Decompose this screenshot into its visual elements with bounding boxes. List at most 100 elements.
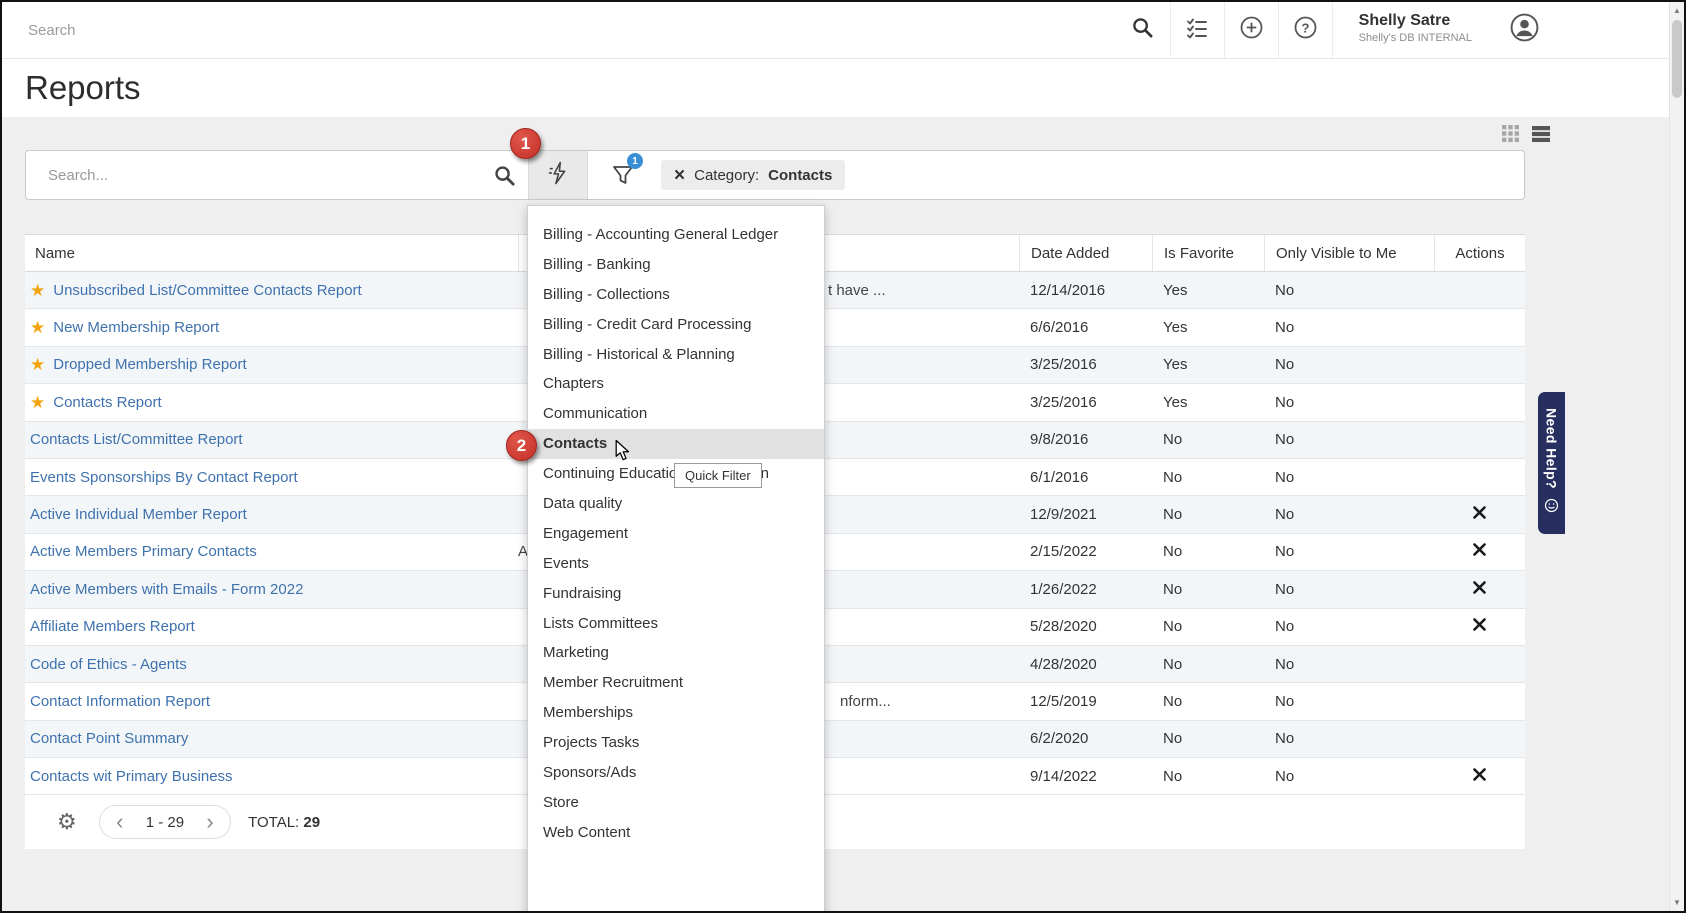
cell-name: ★ Contacts wit Primary Business	[25, 768, 518, 785]
category-menu-item[interactable]: Fundraising	[528, 579, 824, 609]
category-menu-item[interactable]: Marketing	[528, 638, 824, 668]
task-list-button[interactable]	[1170, 2, 1224, 59]
topbar: Search ? Shell	[2, 2, 1684, 59]
category-menu-item[interactable]: Events	[528, 549, 824, 579]
user-name: Shelly Satre	[1359, 11, 1472, 31]
report-name-link[interactable]: Dropped Membership Report	[53, 356, 246, 373]
cell-date-added: 1/26/2022	[1019, 581, 1152, 598]
lightning-bolt-icon	[548, 160, 569, 191]
report-name-link[interactable]: New Membership Report	[53, 319, 219, 336]
favorite-star-icon[interactable]: ★	[30, 394, 45, 411]
favorite-star-icon[interactable]: ★	[30, 319, 45, 336]
cell-name: ★ Events Sponsorships By Contact Report	[25, 469, 518, 486]
report-name-link[interactable]: Unsubscribed List/Committee Contacts Rep…	[53, 282, 361, 299]
filter-count-badge: 1	[627, 153, 643, 169]
report-name-link[interactable]: Affiliate Members Report	[30, 618, 195, 635]
report-name-link[interactable]: Active Individual Member Report	[30, 506, 247, 523]
cell-only-visible: No	[1264, 431, 1434, 448]
global-search-input[interactable]: Search	[2, 22, 1116, 39]
next-page-button[interactable]: ›	[196, 807, 224, 837]
report-name-link[interactable]: Active Members Primary Contacts	[30, 543, 257, 560]
report-name-link[interactable]: Events Sponsorships By Contact Report	[30, 469, 298, 486]
table-settings-icon[interactable]: ⚙	[57, 811, 77, 833]
remove-filter-icon[interactable]: ×	[674, 166, 685, 185]
cell-name: ★ Active Members with Emails - Form 2022	[25, 581, 518, 598]
favorite-star-icon[interactable]: ★	[30, 356, 45, 373]
quick-filter-tooltip: Quick Filter	[674, 463, 762, 488]
page-range: 1 - 29	[134, 814, 196, 831]
app-window: Search ? Shell	[0, 0, 1686, 913]
category-menu-item[interactable]: Communication	[528, 399, 824, 429]
scrollbar-thumb[interactable]	[1672, 20, 1682, 98]
quick-filter-button[interactable]	[528, 151, 588, 199]
filter-button[interactable]: 1	[611, 163, 635, 187]
cell-name: ★ Active Individual Member Report	[25, 506, 518, 523]
cell-name: ★ Contacts List/Committee Report	[25, 431, 518, 448]
category-menu-item[interactable]: Chapters	[528, 369, 824, 399]
user-menu[interactable]: Shelly Satre Shelly's DB INTERNAL	[1332, 2, 1492, 59]
reports-search-input[interactable]: Search...	[26, 151, 528, 199]
cell-only-visible: No	[1264, 356, 1434, 373]
cell-only-visible: No	[1264, 282, 1434, 299]
list-view-icon[interactable]	[1532, 126, 1550, 142]
report-name-link[interactable]: Code of Ethics - Agents	[30, 656, 187, 673]
cell-is-favorite: No	[1152, 543, 1264, 560]
page-header: Reports	[2, 59, 1684, 117]
category-menu-item[interactable]: Data quality	[528, 489, 824, 519]
search-icon[interactable]	[493, 164, 516, 192]
category-menu-item[interactable]: Store	[528, 788, 824, 818]
prev-page-button[interactable]: ‹	[106, 807, 134, 837]
need-help-tab[interactable]: Need Help?	[1538, 392, 1565, 534]
report-name-link[interactable]: Contacts Report	[53, 394, 161, 411]
remove-report-icon[interactable]	[1473, 506, 1486, 523]
remove-report-icon[interactable]	[1473, 618, 1486, 635]
scroll-down-icon[interactable]: ▼	[1670, 898, 1684, 907]
category-menu-item[interactable]: Billing - Credit Card Processing	[528, 310, 824, 340]
cell-actions	[1434, 543, 1525, 560]
category-menu-item[interactable]: Billing - Collections	[528, 280, 824, 310]
category-filter-chip[interactable]: × Category: Contacts	[661, 160, 845, 190]
report-name-link[interactable]: Contacts List/Committee Report	[30, 431, 243, 448]
favorite-star-icon[interactable]: ★	[30, 282, 45, 299]
cell-date-added: 3/25/2016	[1019, 394, 1152, 411]
report-name-link[interactable]: Contact Point Summary	[30, 730, 188, 747]
column-header-only-visible[interactable]: Only Visible to Me	[1264, 235, 1434, 271]
cell-is-favorite: Yes	[1152, 282, 1264, 299]
report-name-link[interactable]: Contacts wit Primary Business	[30, 768, 233, 785]
column-header-is-favorite[interactable]: Is Favorite	[1152, 235, 1264, 271]
cell-date-added: 9/14/2022	[1019, 768, 1152, 785]
cell-name: ★ Unsubscribed List/Committee Contacts R…	[25, 282, 518, 299]
category-menu-item[interactable]: Memberships	[528, 698, 824, 728]
category-menu-item[interactable]: Billing - Banking	[528, 250, 824, 280]
cell-date-added: 12/14/2016	[1019, 282, 1152, 299]
vertical-scrollbar[interactable]: ▲ ▼	[1669, 2, 1684, 911]
category-menu-item[interactable]: Sponsors/Ads	[528, 758, 824, 788]
category-menu-item[interactable]: Lists Committees	[528, 609, 824, 639]
category-menu-item[interactable]: Engagement	[528, 519, 824, 549]
cell-is-favorite: No	[1152, 730, 1264, 747]
scroll-up-icon[interactable]: ▲	[1670, 6, 1684, 15]
cell-only-visible: No	[1264, 506, 1434, 523]
cell-name: ★ Code of Ethics - Agents	[25, 656, 518, 673]
column-header-name[interactable]: Name	[25, 235, 518, 271]
remove-report-icon[interactable]	[1473, 768, 1486, 785]
category-menu-item[interactable]: Contacts	[528, 429, 824, 459]
category-menu-item[interactable]: Projects Tasks	[528, 728, 824, 758]
filter-bar: Search... 1 × Category: Contacts	[25, 150, 1525, 200]
help-button[interactable]: ?	[1278, 2, 1332, 59]
report-name-link[interactable]: Active Members with Emails - Form 2022	[30, 581, 303, 598]
global-search-button[interactable]	[1116, 2, 1170, 59]
column-header-date-added[interactable]: Date Added	[1019, 235, 1152, 271]
quick-add-button[interactable]	[1224, 2, 1278, 59]
remove-report-icon[interactable]	[1473, 581, 1486, 598]
remove-report-icon[interactable]	[1473, 543, 1486, 560]
grid-view-icon[interactable]	[1502, 125, 1519, 142]
cell-date-added: 4/28/2020	[1019, 656, 1152, 673]
category-menu-item[interactable]: Billing - Historical & Planning	[528, 340, 824, 370]
category-menu-item[interactable]: Web Content	[528, 818, 824, 848]
report-name-link[interactable]: Contact Information Report	[30, 693, 210, 710]
smiley-icon	[1544, 498, 1559, 518]
avatar-button[interactable]	[1492, 12, 1556, 48]
category-menu-item[interactable]: Billing - Accounting General Ledger	[528, 220, 824, 250]
category-menu-item[interactable]: Member Recruitment	[528, 668, 824, 698]
